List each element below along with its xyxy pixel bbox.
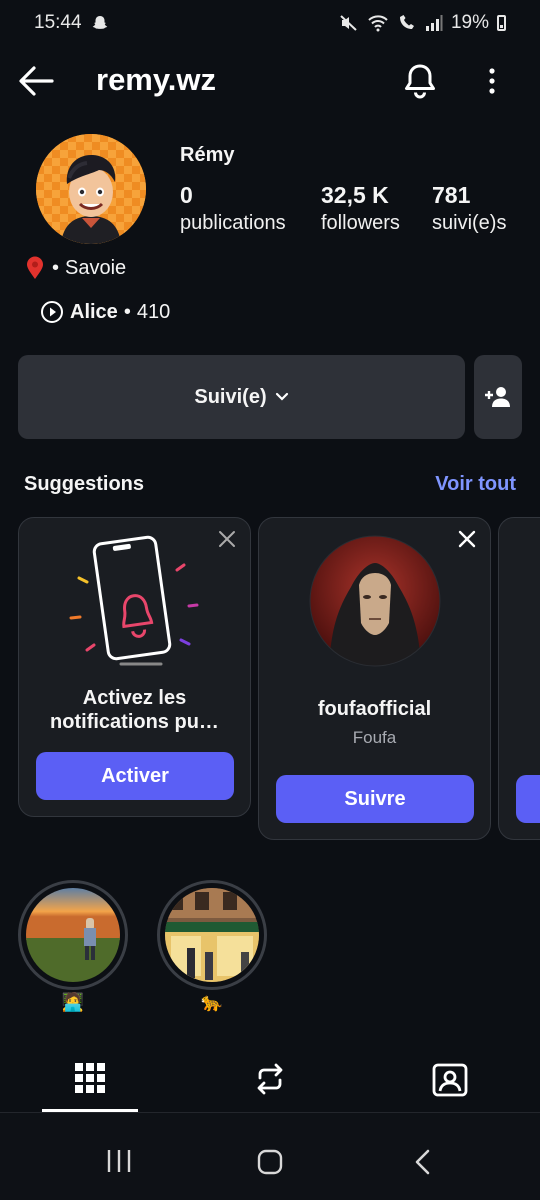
close-icon[interactable] (216, 528, 238, 550)
home-icon[interactable] (257, 1149, 283, 1175)
back-arrow-icon[interactable] (18, 64, 54, 98)
suggested-user-avatar[interactable] (309, 535, 441, 667)
notification-card-title: Activez les notifications pu… (50, 687, 219, 733)
wifi-call-icon (399, 15, 414, 29)
system-back-icon[interactable] (411, 1148, 433, 1176)
activate-button[interactable]: Activer (36, 752, 234, 800)
suggestions-title: Suggestions (24, 473, 145, 495)
posts-count: 0 (180, 182, 193, 208)
music-artist: Alice (70, 300, 118, 323)
add-user-button[interactable] (474, 355, 522, 439)
play-circle-icon (41, 301, 63, 323)
reposts-icon[interactable] (254, 1062, 286, 1096)
highlight-2-label: 🐆 (200, 992, 224, 1012)
more-vertical-icon[interactable] (482, 66, 502, 96)
bell-icon[interactable] (403, 62, 437, 100)
signal-icon (425, 15, 443, 31)
location-text: Savoie (65, 256, 127, 279)
chevron-down-icon (275, 392, 288, 401)
page-title: remy.wz (96, 62, 217, 97)
see-all-link[interactable]: Voir tout (435, 473, 516, 496)
profile-avatar[interactable] (36, 134, 146, 244)
snapchat-ghost-icon (92, 16, 108, 29)
follow-button[interactable]: Suivre (276, 775, 474, 823)
music-count: 410 (136, 300, 171, 323)
following-label[interactable]: suivi(e)s (432, 212, 506, 235)
add-person-icon (485, 387, 510, 407)
highlight-1-label: 🧑‍💻 (61, 992, 85, 1012)
following-label: Suivi(e) (194, 385, 267, 408)
status-icons: 19% (339, 12, 506, 34)
battery-icon (497, 15, 506, 31)
follow-button-partial[interactable] (516, 775, 540, 823)
highlight-2[interactable] (157, 880, 267, 990)
following-button[interactable]: Suivi(e) (18, 355, 465, 439)
following-count[interactable]: 781 (432, 182, 470, 209)
suggestion-card-partial[interactable] (498, 517, 540, 840)
mute-icon (340, 15, 357, 31)
wifi-icon (368, 15, 388, 32)
pin-icon (27, 256, 43, 279)
music-link[interactable]: Alice • 410 (40, 300, 170, 324)
notification-card: Activez les notifications pu… Activer (18, 517, 251, 817)
followers-label[interactable]: followers (321, 212, 400, 235)
suggestion-card[interactable]: foufaofficial Foufa Suivre (258, 517, 491, 840)
close-icon[interactable] (456, 528, 478, 550)
highlight-2-image (165, 888, 259, 982)
followers-count[interactable]: 32,5 K (321, 182, 389, 209)
suggested-name: Foufa (352, 728, 397, 747)
recent-apps-icon[interactable] (106, 1148, 132, 1174)
music-separator: • (123, 300, 131, 323)
tagged-icon[interactable] (432, 1061, 468, 1097)
status-time: 15:44 (34, 12, 82, 33)
display-name: Rémy (180, 144, 235, 166)
grid-icon[interactable] (75, 1063, 105, 1093)
avatar-illustration (36, 134, 146, 244)
highlight-1-image (26, 888, 120, 982)
battery-percent: 19% (450, 12, 489, 33)
location: • Savoie (24, 256, 126, 280)
suggested-username: foufaofficial (317, 698, 432, 720)
highlight-1[interactable] (18, 880, 128, 990)
phone-notification-icon (69, 535, 199, 666)
posts-label: publications (180, 212, 286, 234)
location-bullet: • (52, 256, 60, 279)
